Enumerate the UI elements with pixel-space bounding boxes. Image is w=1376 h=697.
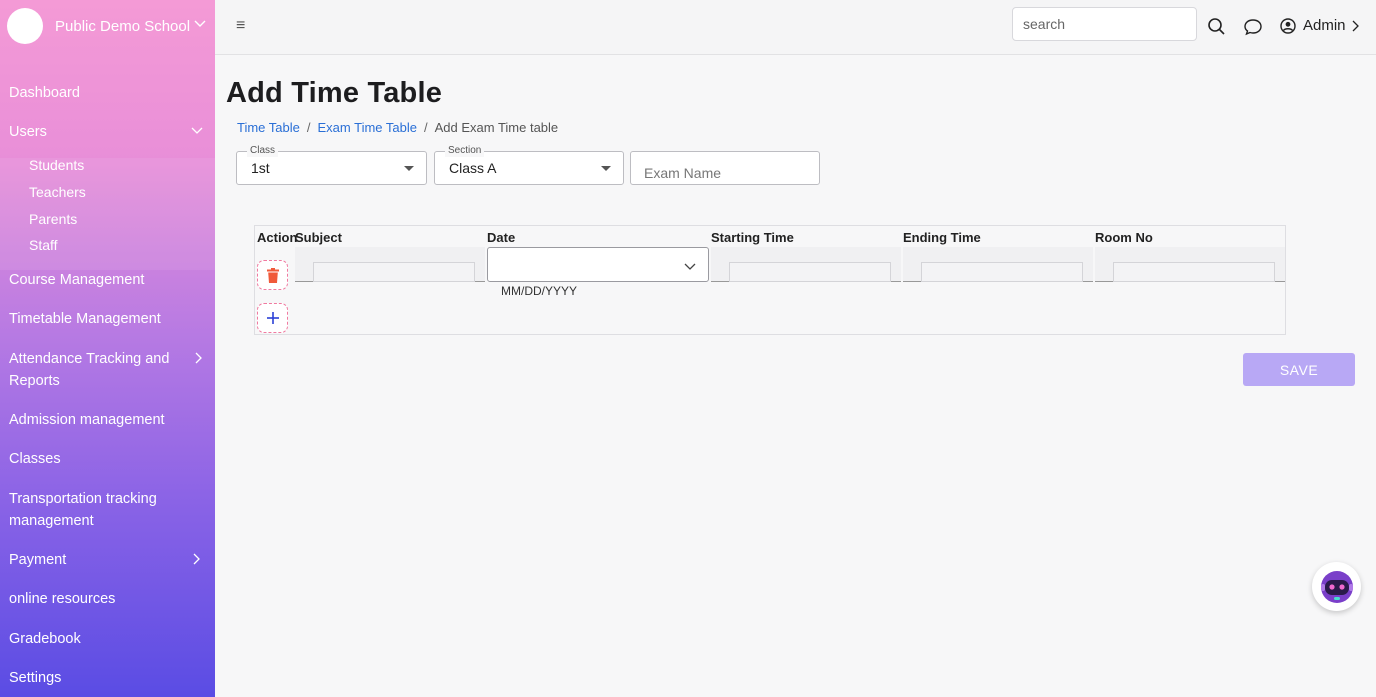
sidebar-item-label: Admission management	[9, 412, 165, 428]
search-icon[interactable]	[1207, 17, 1227, 37]
sidebar-item-timetable-management[interactable]: Timetable Management	[9, 308, 209, 330]
sidebar-item-payment[interactable]: Payment	[9, 549, 209, 571]
sidebar-item-attendance[interactable]: Attendance Tracking and Reports	[9, 348, 179, 392]
sidebar-subitem-parents[interactable]: Parents	[29, 211, 77, 227]
page-title: Add Time Table	[226, 77, 443, 109]
user-name: Admin	[1303, 17, 1346, 34]
robot-assistant-icon	[1320, 570, 1353, 603]
user-menu[interactable]: Admin	[1280, 17, 1360, 34]
chevron-right-icon	[195, 352, 202, 364]
sidebar: Public Demo School Dashboard Users Stude…	[0, 0, 215, 697]
sidebar-item-course-management[interactable]: Course Management	[9, 269, 209, 291]
header-subject: Subject	[295, 230, 342, 245]
breadcrumb-exam-time-table[interactable]: Exam Time Table	[318, 120, 417, 135]
section-select-value: Class A	[449, 160, 497, 176]
sidebar-item-label: Dashboard	[9, 85, 80, 101]
header-action: Action	[257, 230, 298, 245]
header-room-no: Room No	[1095, 230, 1153, 245]
section-select-label: Section	[445, 145, 485, 157]
subject-input[interactable]	[313, 262, 475, 282]
sidebar-item-label: Course Management	[9, 272, 145, 288]
exam-name-input[interactable]	[630, 151, 820, 185]
breadcrumb-separator: /	[306, 120, 311, 135]
date-picker[interactable]	[487, 247, 709, 282]
school-logo	[7, 8, 43, 44]
sidebar-item-label: Settings	[9, 670, 62, 686]
sidebar-item-classes[interactable]: Classes	[9, 448, 209, 470]
delete-row-button[interactable]	[257, 260, 288, 290]
sidebar-subitem-teachers[interactable]: Teachers	[29, 184, 86, 200]
room-no-input[interactable]	[1113, 262, 1275, 282]
sidebar-item-label: Gradebook	[9, 631, 81, 647]
trash-icon	[266, 267, 279, 283]
starting-time-field[interactable]	[711, 247, 901, 282]
room-no-field[interactable]	[1095, 247, 1285, 282]
chevron-down-icon	[684, 263, 696, 270]
sidebar-item-transportation[interactable]: Transportation tracking management	[9, 488, 179, 532]
sidebar-item-label: Timetable Management	[9, 311, 161, 327]
caret-down-icon	[601, 166, 611, 171]
sidebar-item-admission[interactable]: Admission management	[9, 409, 209, 431]
hamburger-menu-icon[interactable]: ≡	[236, 17, 245, 35]
school-switcher[interactable]: Public Demo School	[7, 7, 207, 45]
sidebar-subitem-students[interactable]: Students	[29, 157, 84, 173]
sidebar-item-label: Users	[9, 124, 47, 140]
sidebar-item-label: Attendance Tracking and Reports	[9, 351, 170, 389]
sidebar-item-online-resources[interactable]: online resources	[9, 588, 209, 610]
header-date: Date	[487, 230, 516, 245]
chat-icon[interactable]	[1243, 17, 1263, 37]
subject-field[interactable]	[295, 247, 485, 282]
chevron-right-icon	[193, 553, 200, 565]
chevron-down-icon	[194, 20, 206, 27]
sidebar-item-label: Transportation tracking management	[9, 491, 157, 529]
chatbot-launcher[interactable]	[1312, 562, 1361, 611]
breadcrumb: Time Table / Exam Time Table / Add Exam …	[237, 120, 558, 135]
chevron-down-icon	[191, 127, 203, 134]
search-input[interactable]	[1012, 7, 1197, 41]
ending-time-field[interactable]	[903, 247, 1093, 282]
header-starting-time: Starting Time	[711, 230, 794, 245]
sidebar-item-settings[interactable]: Settings	[9, 667, 209, 689]
date-format-hint: MM/DD/YYYY	[501, 284, 578, 298]
breadcrumb-current: Add Exam Time table	[434, 120, 559, 135]
sidebar-subitem-staff[interactable]: Staff	[29, 237, 58, 253]
sidebar-item-label: Payment	[9, 552, 67, 568]
class-select-value: 1st	[251, 160, 270, 176]
sidebar-item-gradebook[interactable]: Gradebook	[9, 628, 209, 650]
save-button[interactable]: SAVE	[1243, 353, 1355, 386]
topbar: ≡ Admin	[215, 0, 1376, 55]
user-circle-icon	[1280, 17, 1296, 34]
header-ending-time: Ending Time	[903, 230, 981, 245]
starting-time-input[interactable]	[729, 262, 891, 282]
sidebar-item-users[interactable]: Users	[9, 121, 209, 143]
ending-time-input[interactable]	[921, 262, 1083, 282]
breadcrumb-separator: /	[423, 120, 428, 135]
sidebar-item-label: Classes	[9, 451, 61, 467]
sidebar-item-dashboard[interactable]: Dashboard	[9, 82, 209, 104]
plus-icon	[266, 312, 279, 324]
breadcrumb-time-table[interactable]: Time Table	[237, 120, 300, 135]
timetable-grid: Action Subject Date Starting Time Ending…	[254, 225, 1286, 335]
section-select[interactable]: Section Class A	[434, 145, 624, 185]
sidebar-item-label: online resources	[9, 591, 116, 607]
class-select[interactable]: Class 1st	[236, 145, 427, 185]
add-row-button[interactable]	[257, 303, 288, 333]
school-name: Public Demo School	[55, 17, 191, 35]
class-select-label: Class	[247, 145, 279, 157]
caret-down-icon	[404, 166, 414, 171]
chevron-right-icon	[1352, 20, 1359, 31]
